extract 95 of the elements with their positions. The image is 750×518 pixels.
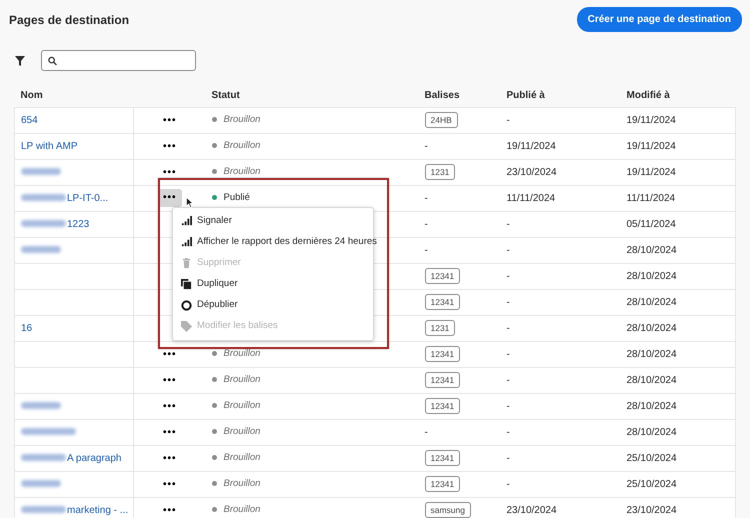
tag-placeholder-text: - xyxy=(424,140,428,152)
modified-date: 19/11/2024 xyxy=(626,114,676,126)
tag-placeholder-text: - xyxy=(424,192,428,204)
published-date: - xyxy=(506,114,510,126)
tag-label: 12341 xyxy=(424,294,460,310)
tag-label: 12341 xyxy=(424,372,460,388)
tag-placeholder-text: - xyxy=(424,426,428,438)
modified-date: 28/10/2024 xyxy=(626,400,677,412)
modified-date: 25/10/2024 xyxy=(626,478,677,490)
more-actions-button[interactable]: ••• xyxy=(158,166,180,178)
status-text: Brouillon xyxy=(224,114,260,126)
tag-label: 1231 xyxy=(424,320,456,336)
more-actions-button[interactable]: ••• xyxy=(158,426,180,438)
published-date: - xyxy=(506,400,510,412)
modified-date: 11/11/2024 xyxy=(626,192,676,204)
more-actions-button[interactable]: ••• xyxy=(158,348,180,360)
page-name-link[interactable]: 654 xyxy=(21,114,38,126)
page-name-link[interactable]: LP-IT-0... xyxy=(67,192,108,204)
published-date: - xyxy=(506,270,510,282)
tag-label: 12341 xyxy=(424,346,460,362)
more-actions-button[interactable]: ••• xyxy=(158,452,180,464)
published-date: - xyxy=(506,348,510,360)
tag-label: 12341 xyxy=(424,476,460,492)
tag-placeholder-text: - xyxy=(424,244,428,256)
page-title: Pages de destination xyxy=(9,12,130,29)
menu-item[interactable]: Signaler xyxy=(173,211,373,232)
tag-label: 12341 xyxy=(424,398,460,414)
modified-date: 05/11/2024 xyxy=(626,218,676,230)
published-date: - xyxy=(506,218,510,230)
status-text: Brouillon xyxy=(224,166,260,178)
more-actions-button[interactable]: ••• xyxy=(158,400,180,412)
bar-chart-icon xyxy=(181,216,192,227)
search-field[interactable] xyxy=(41,50,196,71)
tag-placeholder-text: - xyxy=(424,218,428,230)
modified-date: 28/10/2024 xyxy=(626,426,677,438)
circle-icon xyxy=(181,300,192,311)
more-actions-button[interactable]: ••• xyxy=(158,504,180,516)
modified-date: 28/10/2024 xyxy=(626,296,677,308)
tag-label: 12341 xyxy=(424,450,460,466)
published-date: - xyxy=(506,452,510,464)
menu-item[interactable]: Dépublier xyxy=(173,295,373,316)
menu-item: Supprimer xyxy=(173,253,373,274)
modified-date: 28/10/2024 xyxy=(626,322,677,334)
tag-label: 1231 xyxy=(424,164,456,180)
column-header: Nom xyxy=(20,90,43,102)
menu-item: Modifier les balises xyxy=(173,316,373,337)
column-header: Modifié à xyxy=(626,90,670,102)
status-text: Brouillon xyxy=(224,400,260,412)
menu-item[interactable]: Dupliquer xyxy=(173,274,373,295)
column-header: Publié à xyxy=(506,90,545,102)
page-name-link[interactable]: 1223 xyxy=(67,218,90,230)
create-landing-page-button[interactable]: Créer une page de destination xyxy=(576,7,742,32)
modified-date: 19/11/2024 xyxy=(626,140,676,152)
more-actions-button[interactable]: ••• xyxy=(158,374,180,386)
published-date: - xyxy=(506,478,510,490)
modified-date: 23/10/2024 xyxy=(626,504,677,516)
page-name-link[interactable]: 16 xyxy=(21,322,32,334)
status-text: Brouillon xyxy=(224,374,260,386)
tag-label: samsung xyxy=(424,502,471,518)
published-date: - xyxy=(506,374,510,386)
published-date: 23/10/2024 xyxy=(506,166,557,178)
filter-icon[interactable] xyxy=(15,56,25,66)
status-text: Publié xyxy=(224,192,250,204)
published-date: 19/11/2024 xyxy=(506,140,556,152)
published-date: - xyxy=(506,296,510,308)
modified-date: 28/10/2024 xyxy=(626,270,677,282)
modified-date: 28/10/2024 xyxy=(626,244,677,256)
more-actions-button[interactable]: ••• xyxy=(158,114,180,126)
more-actions-button[interactable]: ••• xyxy=(158,478,180,490)
tag-icon xyxy=(181,321,192,332)
trash-icon xyxy=(181,258,192,269)
search-icon xyxy=(48,56,58,66)
published-date: - xyxy=(506,244,510,256)
published-date: - xyxy=(506,426,510,438)
status-text: Brouillon xyxy=(224,348,260,360)
published-date: - xyxy=(506,322,510,334)
tag-label: 24HB xyxy=(424,112,458,128)
column-header: Balises xyxy=(424,90,460,102)
modified-date: 28/10/2024 xyxy=(626,348,677,360)
status-text: Brouillon xyxy=(224,504,260,516)
page-name-link[interactable]: A paragraph xyxy=(67,452,122,464)
status-text: Brouillon xyxy=(224,478,260,490)
status-text: Brouillon xyxy=(224,452,260,464)
published-date: 23/10/2024 xyxy=(506,504,557,516)
published-date: 11/11/2024 xyxy=(506,192,556,204)
column-header: Statut xyxy=(212,90,240,102)
duplicate-icon xyxy=(181,279,192,290)
modified-date: 28/10/2024 xyxy=(626,374,677,386)
modified-date: 25/10/2024 xyxy=(626,452,677,464)
bar-chart-icon xyxy=(181,237,192,248)
status-text: Brouillon xyxy=(224,426,260,438)
more-actions-button[interactable]: ••• xyxy=(158,140,180,152)
tag-label: 12341 xyxy=(424,268,460,284)
status-text: Brouillon xyxy=(224,140,260,152)
modified-date: 19/11/2024 xyxy=(626,166,676,178)
